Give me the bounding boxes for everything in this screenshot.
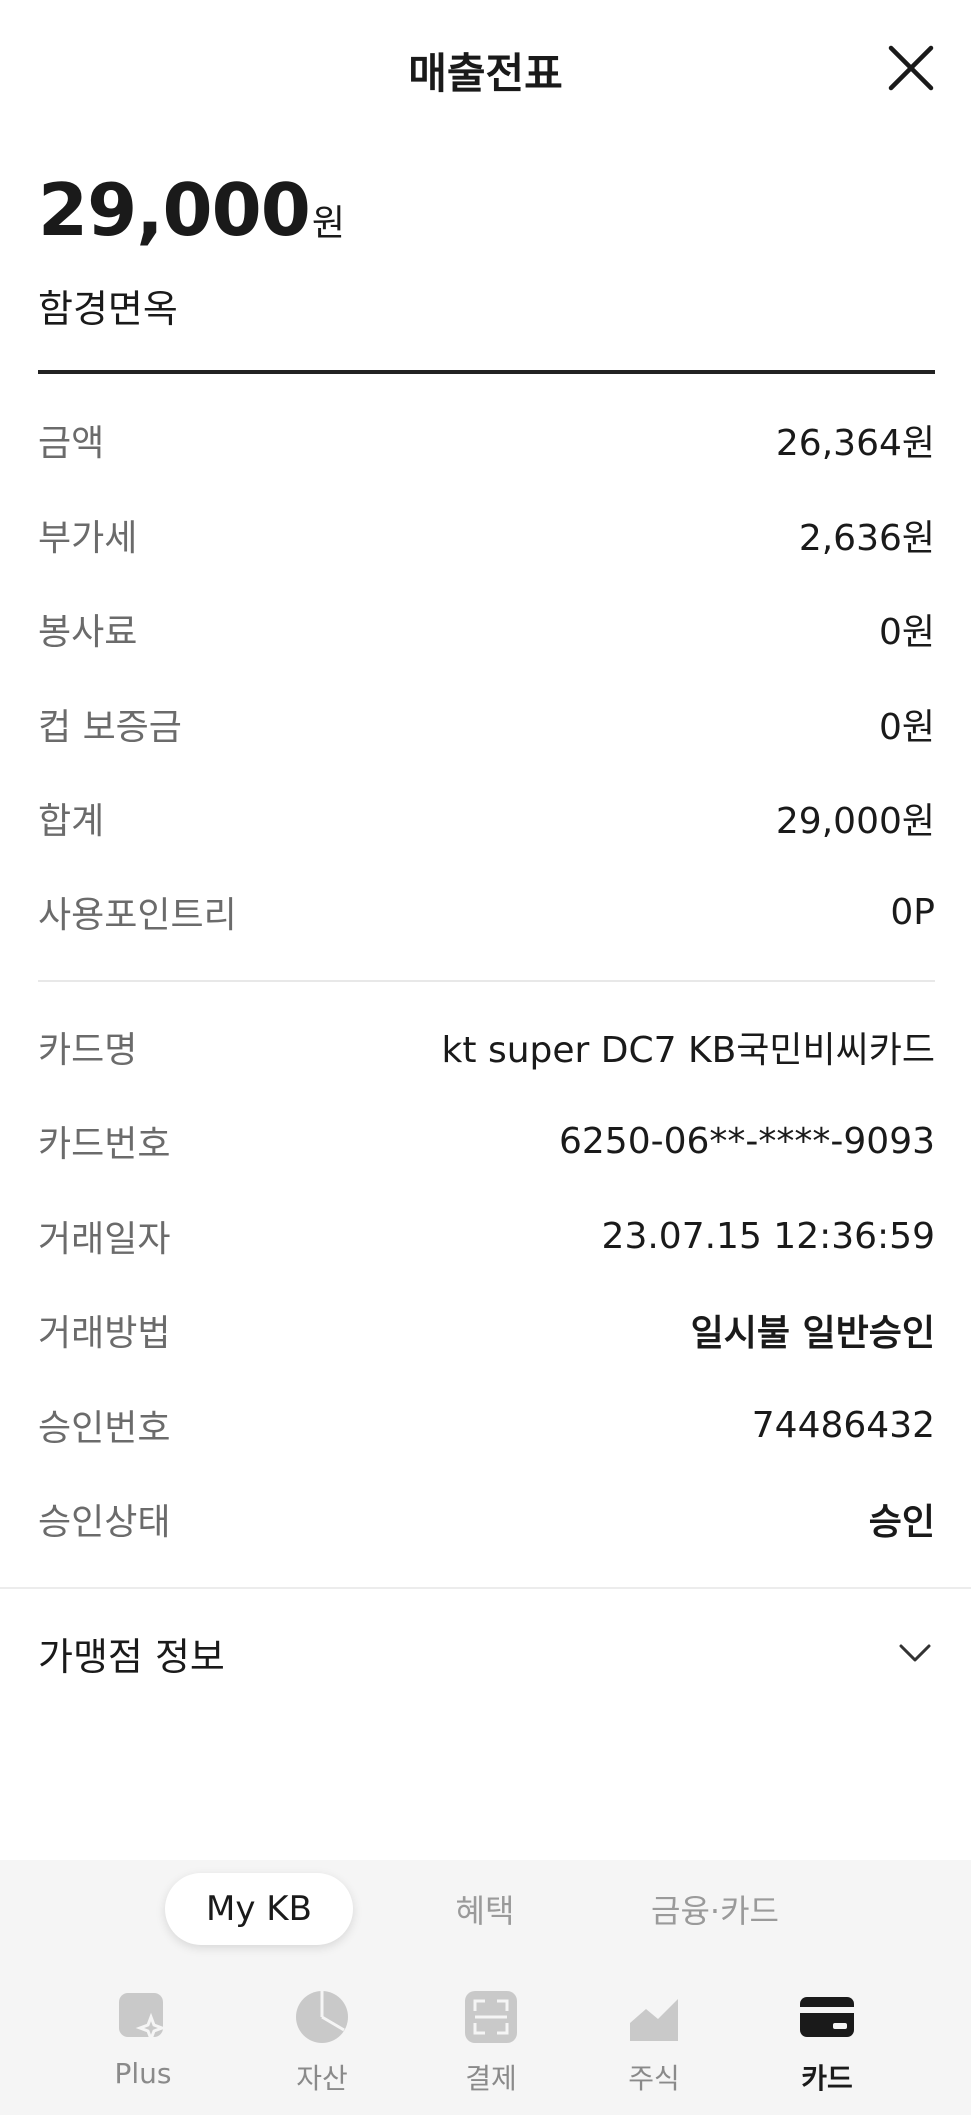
row-label: 합계 bbox=[38, 801, 105, 842]
detail-row-card-number: 카드번호 6250-06**-****-9093 bbox=[38, 1111, 935, 1171]
divider bbox=[38, 370, 935, 374]
scan-icon bbox=[465, 1991, 517, 2043]
detail-row-approval-number: 승인번호 74486432 bbox=[38, 1395, 935, 1455]
segment-tab-finance-card[interactable]: 금융·카드 bbox=[610, 1873, 820, 1945]
row-label: 거래방법 bbox=[38, 1313, 171, 1354]
row-value: 일시불 일반승인 bbox=[690, 1313, 935, 1354]
row-value: 26,364원 bbox=[775, 423, 935, 464]
total-amount: 29,000원 bbox=[38, 168, 345, 252]
merchant-name: 함경면옥 bbox=[38, 287, 178, 331]
row-label: 봉사료 bbox=[38, 612, 138, 653]
segment-tab-my-kb[interactable]: My KB bbox=[165, 1873, 353, 1945]
row-value: 0P bbox=[890, 891, 935, 933]
amount-value: 29,000 bbox=[38, 168, 311, 252]
bottom-nav: Plus 자산 결제 주식 카드 bbox=[0, 1975, 971, 2115]
chevron-down-icon bbox=[899, 1644, 931, 1662]
divider bbox=[38, 980, 935, 982]
row-value: 0원 bbox=[878, 612, 935, 653]
row-value: 74486432 bbox=[751, 1404, 935, 1446]
page-title: 매출전표 bbox=[408, 49, 563, 98]
amount-unit: 원 bbox=[311, 203, 345, 244]
row-value: kt super DC7 KB국민비씨카드 bbox=[441, 1030, 935, 1071]
detail-row-amount: 금액 26,364원 bbox=[38, 410, 935, 470]
row-value: 29,000원 bbox=[775, 801, 935, 842]
nav-label: 자산 bbox=[296, 2062, 348, 2095]
row-label: 카드번호 bbox=[38, 1124, 171, 1165]
row-value: 0원 bbox=[878, 707, 935, 748]
detail-row-transaction-date: 거래일자 23.07.15 12:36:59 bbox=[38, 1206, 935, 1266]
row-value: 6250-06**-****-9093 bbox=[558, 1120, 935, 1162]
pie-chart-icon bbox=[296, 1991, 348, 2043]
card-icon bbox=[800, 1997, 854, 2037]
close-button[interactable] bbox=[883, 40, 939, 96]
detail-row-points: 사용포인트리 0P bbox=[38, 882, 935, 942]
detail-row-vat: 부가세 2,636원 bbox=[38, 505, 935, 565]
row-label: 사용포인트리 bbox=[38, 895, 237, 936]
detail-row-cup-deposit: 컵 보증금 0원 bbox=[38, 694, 935, 754]
detail-row-transaction-method: 거래방법 일시불 일반승인 bbox=[38, 1300, 935, 1360]
detail-row-service-charge: 봉사료 0원 bbox=[38, 599, 935, 659]
nav-label: 카드 bbox=[801, 2062, 853, 2095]
row-label: 승인상태 bbox=[38, 1502, 171, 1543]
stock-chart-icon bbox=[630, 1999, 678, 2041]
detail-row-card-name: 카드명 kt super DC7 KB국민비씨카드 bbox=[38, 1017, 935, 1077]
nav-item-card[interactable]: 카드 bbox=[767, 1975, 887, 2105]
row-value: 2,636원 bbox=[798, 518, 935, 559]
nav-label: 주식 bbox=[628, 2062, 680, 2095]
merchant-info-toggle[interactable]: 가맹점 정보 bbox=[38, 1620, 935, 1686]
row-label: 거래일자 bbox=[38, 1219, 171, 1260]
nav-item-assets[interactable]: 자산 bbox=[262, 1975, 382, 2105]
nav-item-plus[interactable]: Plus bbox=[83, 1975, 203, 2105]
nav-item-stocks[interactable]: 주식 bbox=[594, 1975, 714, 2105]
row-value: 승인 bbox=[868, 1502, 935, 1543]
nav-item-payment[interactable]: 결제 bbox=[431, 1975, 551, 2105]
detail-row-total: 합계 29,000원 bbox=[38, 788, 935, 848]
plus-sparkle-icon bbox=[119, 1993, 167, 2044]
row-label: 금액 bbox=[38, 423, 105, 464]
row-label: 컵 보증금 bbox=[38, 707, 182, 748]
header: 매출전표 bbox=[0, 0, 971, 130]
row-value: 23.07.15 12:36:59 bbox=[601, 1215, 935, 1257]
segment-tabs: My KB 혜택 금융·카드 bbox=[0, 1873, 971, 1949]
nav-label: Plus bbox=[114, 2057, 172, 2090]
row-label: 승인번호 bbox=[38, 1408, 171, 1449]
segment-tab-benefits[interactable]: 혜택 bbox=[405, 1873, 565, 1945]
detail-row-approval-status: 승인상태 승인 bbox=[38, 1489, 935, 1549]
close-icon bbox=[888, 45, 934, 91]
row-label: 카드명 bbox=[38, 1030, 138, 1071]
merchant-info-label: 가맹점 정보 bbox=[38, 1634, 225, 1679]
row-label: 부가세 bbox=[38, 518, 138, 559]
divider bbox=[0, 1587, 971, 1589]
nav-label: 결제 bbox=[465, 2062, 517, 2095]
